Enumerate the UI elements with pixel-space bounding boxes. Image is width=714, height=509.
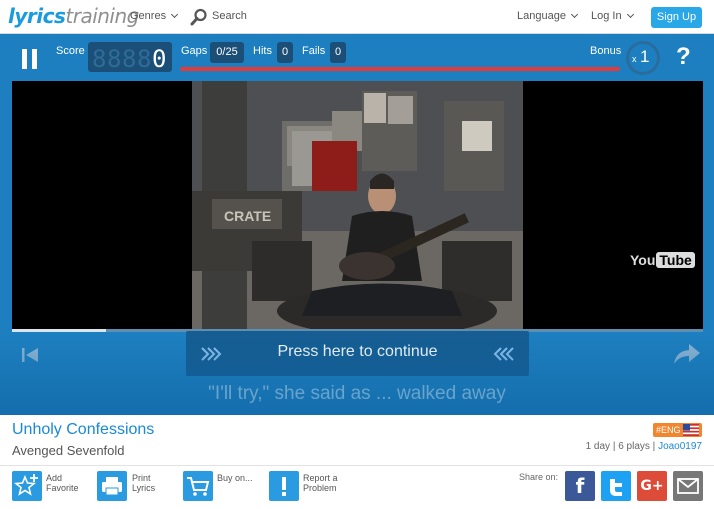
genres-menu[interactable]: Genres [130,10,179,22]
cart-icon [187,477,210,496]
score-label: Score [56,45,85,57]
continue-button[interactable]: Press here to continue [186,331,529,376]
hits-value: 0 [277,42,293,63]
report-problem-label: Report a Problem [303,473,338,493]
bonus-multiplier: 1 [640,47,650,66]
site-logo[interactable]: lyricstraining [8,4,139,28]
score-digit: 0 [152,45,167,73]
fails-value: 0 [330,42,346,63]
chevron-down-icon [171,10,179,19]
lyric-line: "I'll try," she said as ... walked away [208,383,506,404]
uploader-link[interactable]: Joao0197 [658,441,702,452]
add-favorite-button[interactable] [12,471,42,501]
twitter-share-button[interactable] [601,471,631,501]
youtube-logo[interactable]: You Tube [630,252,695,268]
score-display: 8 8 8 8 0 [88,42,172,73]
facebook-icon: f [575,474,585,498]
share-label: Share on: [519,472,559,482]
double-chevron-left-icon [493,347,514,361]
chevron-down-icon [626,10,634,19]
hits-label: Hits [253,45,272,57]
previous-line-icon[interactable] [22,348,38,362]
google-plus-icon: G+ [640,478,664,494]
bonus-multiplier-sign: x [632,54,637,64]
search-icon[interactable] [190,8,208,26]
facebook-share-button[interactable]: f [565,471,595,501]
continue-label: Press here to continue [277,343,438,360]
score-digit: 8 [92,45,107,73]
double-chevron-right-icon [201,347,222,361]
top-navbar: lyricstraining Genres Search Language Lo… [0,0,714,34]
us-flag-icon [683,424,699,436]
gaps-label: Gaps [181,45,208,57]
svg-text:CRATE: CRATE [224,208,271,224]
language-badge: #ENG [653,423,702,437]
add-favorite-label: Add Favorite [46,473,79,493]
star-plus-icon [13,474,38,496]
fails-label: Fails [302,45,326,57]
share-arrow-icon[interactable] [674,344,700,364]
song-artist[interactable]: Avenged Sevenfold [12,443,125,458]
login-menu[interactable]: Log In [591,10,634,22]
video-frame[interactable]: CRATE [12,81,703,331]
chevron-down-icon [570,10,578,19]
print-lyrics-button[interactable] [97,471,127,501]
divider [0,465,714,466]
gaps-progress-bar [180,67,620,71]
search-link[interactable]: Search [212,10,247,22]
printer-icon [102,477,122,496]
print-lyrics-label: Print Lyrics [132,473,156,493]
song-meta: 1 day | 6 plays | Joao0197 [585,441,702,452]
exclamation-icon [282,477,286,496]
song-title[interactable]: Unholy Confessions [12,421,154,439]
report-problem-button[interactable] [269,471,299,501]
score-digit: 8 [107,45,122,73]
google-plus-share-button[interactable]: G+ [637,471,667,501]
buy-on-label: Buy on... [217,473,253,483]
help-icon[interactable]: ? [676,43,691,71]
player-panel: Score 8 8 8 8 0 Gaps 0/25 Hits 0 Fails 0… [0,34,714,415]
video-seek-progress [12,329,106,332]
score-digit: 8 [122,45,137,73]
gaps-value: 0/25 [210,42,244,63]
signup-button[interactable]: Sign Up [651,7,702,28]
video-scene-image: CRATE [192,81,523,331]
twitter-icon [610,479,622,496]
pause-icon[interactable] [22,49,38,69]
video-thumbnail: CRATE [192,81,523,331]
email-share-button[interactable] [673,471,703,501]
bonus-label: Bonus [590,45,622,57]
score-digit: 8 [137,45,152,73]
language-menu[interactable]: Language [517,10,578,22]
buy-on-button[interactable] [183,471,213,501]
mail-icon [677,478,699,494]
